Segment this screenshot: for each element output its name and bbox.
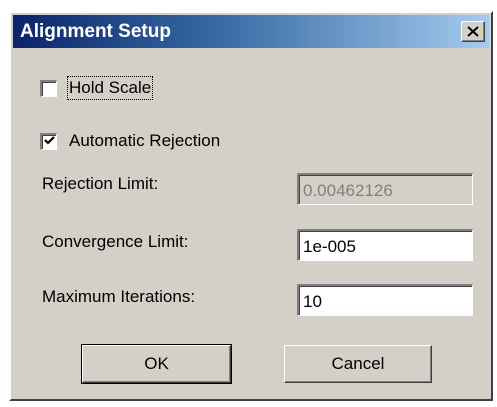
- alignment-setup-dialog: Alignment Setup Hold Scale Automatic Rej…: [9, 11, 493, 401]
- hold-scale-option[interactable]: Hold Scale: [40, 76, 154, 100]
- automatic-rejection-label: Automatic Rejection: [69, 131, 221, 150]
- hold-scale-label: Hold Scale: [66, 76, 154, 100]
- checkmark-icon: [43, 133, 55, 151]
- close-button[interactable]: [461, 21, 485, 42]
- convergence-limit-field[interactable]: [297, 229, 473, 261]
- maximum-iterations-field[interactable]: [297, 284, 473, 316]
- window-title: Alignment Setup: [20, 21, 171, 42]
- title-bar[interactable]: Alignment Setup: [13, 15, 489, 48]
- ok-button[interactable]: OK: [81, 344, 232, 384]
- rejection-limit-label: Rejection Limit:: [42, 174, 159, 193]
- cancel-button[interactable]: Cancel: [284, 345, 432, 383]
- maximum-iterations-label: Maximum Iterations:: [42, 287, 196, 306]
- close-icon: [467, 26, 479, 37]
- hold-scale-checkbox[interactable]: [40, 79, 57, 97]
- rejection-limit-field[interactable]: [297, 173, 473, 205]
- convergence-limit-label: Convergence Limit:: [42, 232, 189, 251]
- automatic-rejection-checkbox[interactable]: [40, 132, 57, 151]
- automatic-rejection-option[interactable]: Automatic Rejection: [40, 130, 220, 152]
